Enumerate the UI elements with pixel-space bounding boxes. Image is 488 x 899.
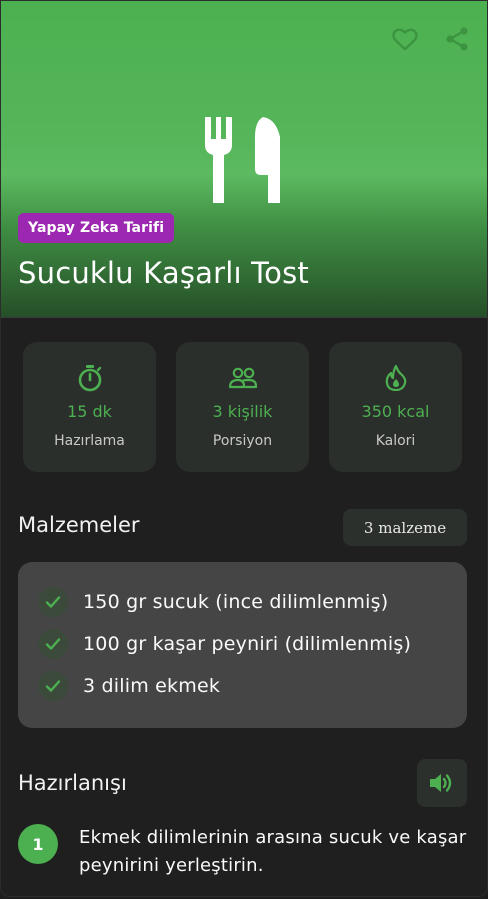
recipe-stats: 15 dk Hazırlama 3 kişilik Porsiyon 350 k… xyxy=(23,342,462,472)
recipe-hero: Yapay Zeka Tarifi Sucuklu Kaşarlı Tost xyxy=(1,1,487,318)
list-item: 150 gr sucuk (ince dilimlenmiş) xyxy=(38,587,388,617)
ingredient-text: 100 gr kaşar peyniri (dilimlenmiş) xyxy=(83,633,412,655)
ingredient-text: 3 dilim ekmek xyxy=(83,675,221,697)
stat-value: 350 kcal xyxy=(361,402,430,421)
read-aloud-button[interactable] xyxy=(417,759,467,807)
heart-icon xyxy=(392,28,418,51)
ai-recipe-badge: Yapay Zeka Tarifi xyxy=(18,213,175,243)
check-icon xyxy=(38,671,68,701)
stat-value: 3 kişilik xyxy=(212,402,273,421)
stat-portion: 3 kişilik Porsiyon xyxy=(176,342,309,472)
recipe-title: Sucuklu Kaşarlı Tost xyxy=(18,256,309,290)
timer-icon xyxy=(78,365,101,392)
list-item: 100 gr kaşar peyniri (dilimlenmiş) xyxy=(38,629,411,659)
list-item: 3 dilim ekmek xyxy=(38,671,220,701)
check-icon xyxy=(38,587,68,617)
share-button[interactable] xyxy=(441,23,473,55)
check-icon xyxy=(38,629,68,659)
stat-label: Porsiyon xyxy=(212,433,273,449)
ingredients-heading: Malzemeler xyxy=(18,513,140,537)
share-icon xyxy=(446,27,468,51)
speaker-icon xyxy=(430,774,452,792)
favorite-button[interactable] xyxy=(389,23,421,55)
stat-calories: 350 kcal Kalori xyxy=(329,342,462,472)
hero-actions xyxy=(389,23,473,55)
stat-label: Kalori xyxy=(375,433,416,449)
ingredient-text: 150 gr sucuk (ince dilimlenmiş) xyxy=(83,591,389,613)
step-number: 1 xyxy=(18,824,58,864)
recipe-card: Yapay Zeka Tarifi Sucuklu Kaşarlı Tost 1… xyxy=(0,0,488,897)
stat-value: 15 dk xyxy=(67,402,112,421)
preparation-heading: Hazırlanışı xyxy=(18,771,127,795)
ingredient-count-badge: 3 malzeme xyxy=(343,509,467,546)
stat-prep-time: 15 dk Hazırlama xyxy=(23,342,156,472)
step-text: Ekmek dilimlerinin arasına sucuk ve kaşa… xyxy=(79,827,467,876)
fire-icon xyxy=(385,365,406,391)
people-icon xyxy=(228,367,257,389)
ingredients-list: 150 gr sucuk (ince dilimlenmiş) 100 gr k… xyxy=(18,562,467,728)
stat-label: Hazırlama xyxy=(54,433,125,449)
utensils-icon xyxy=(205,117,280,203)
